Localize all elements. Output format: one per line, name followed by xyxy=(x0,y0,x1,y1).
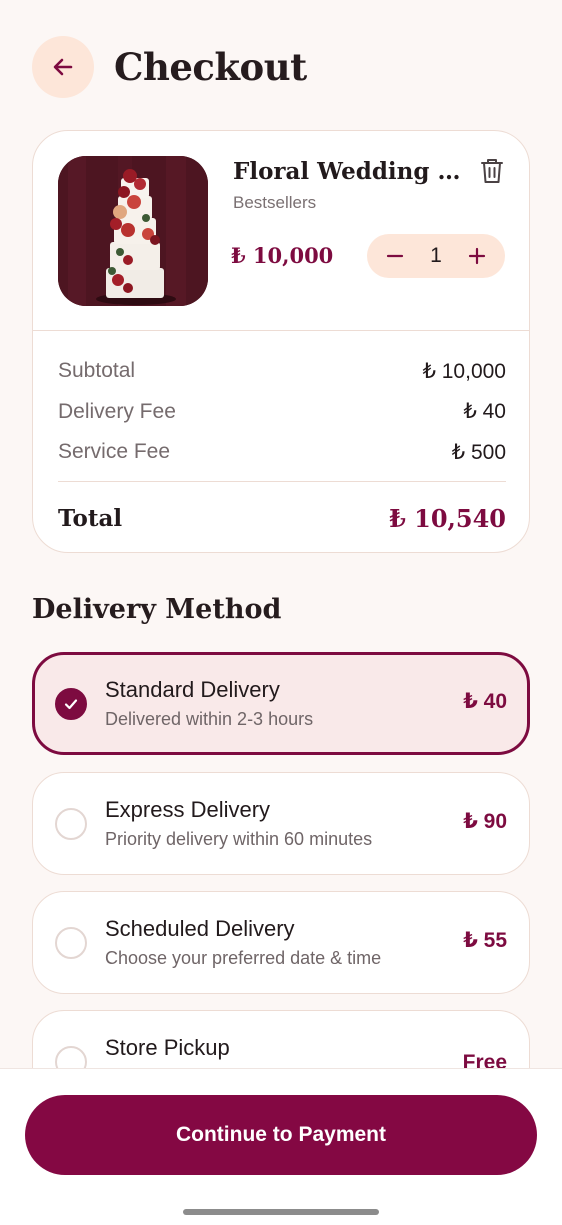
radio-selected[interactable] xyxy=(55,688,87,720)
option-title: Scheduled Delivery xyxy=(105,916,295,941)
trash-icon xyxy=(481,159,503,183)
minus-icon xyxy=(386,254,404,258)
bottom-action-bar: Continue to Payment xyxy=(0,1068,562,1225)
delivery-fee-row: Delivery Fee ₺ 40 xyxy=(58,392,506,433)
total-row: Total ₺ 10,540 xyxy=(58,482,506,552)
subtotal-row: Subtotal ₺ 10,000 xyxy=(58,351,506,392)
quantity-stepper: 1 xyxy=(367,234,505,278)
total-label: Total xyxy=(58,504,123,532)
option-price: ₺ 55 xyxy=(463,929,507,952)
radio-unselected[interactable] xyxy=(55,927,87,959)
option-price: ₺ 40 xyxy=(463,690,507,713)
delivery-option-express[interactable]: Express Delivery Priority delivery withi… xyxy=(32,772,530,875)
product-name: Floral Wedding Ca... xyxy=(233,158,473,185)
product-category: Bestsellers xyxy=(233,193,317,212)
delivery-option-scheduled[interactable]: Scheduled Delivery Choose your preferred… xyxy=(32,891,530,994)
service-fee-value: ₺ 500 xyxy=(451,440,506,464)
decrease-quantity-button[interactable] xyxy=(383,244,407,268)
back-button[interactable] xyxy=(32,36,94,98)
subtotal-label: Subtotal xyxy=(58,359,136,383)
option-subtitle: Choose your preferred date & time xyxy=(105,948,382,968)
option-title: Express Delivery xyxy=(105,797,271,822)
total-value: ₺ 10,540 xyxy=(389,503,506,533)
order-summary-card: Floral Wedding Ca... Bestsellers ₺ 10,00… xyxy=(32,130,530,553)
service-fee-row: Service Fee ₺ 500 xyxy=(58,432,506,473)
home-indicator xyxy=(183,1209,379,1215)
continue-to-payment-button[interactable]: Continue to Payment xyxy=(25,1095,537,1175)
delivery-option-standard[interactable]: Standard Delivery Delivered within 2-3 h… xyxy=(32,652,530,755)
delete-item-button[interactable] xyxy=(479,157,505,185)
service-fee-label: Service Fee xyxy=(58,440,171,464)
check-icon xyxy=(64,699,78,710)
option-title: Store Pickup xyxy=(105,1035,230,1060)
increase-quantity-button[interactable] xyxy=(465,244,489,268)
plus-icon xyxy=(468,247,486,265)
option-price: ₺ 90 xyxy=(463,810,507,833)
product-price: ₺ 10,000 xyxy=(231,243,334,268)
header: Checkout xyxy=(32,36,307,98)
option-subtitle: Priority delivery within 60 minutes xyxy=(105,829,373,849)
delivery-method-title: Delivery Method xyxy=(32,594,282,625)
product-image xyxy=(58,156,208,306)
option-subtitle: Delivered within 2-3 hours xyxy=(105,709,314,729)
subtotal-value: ₺ 10,000 xyxy=(422,359,506,383)
radio-unselected[interactable] xyxy=(55,808,87,840)
page-title: Checkout xyxy=(114,45,307,89)
cart-item: Floral Wedding Ca... Bestsellers ₺ 10,00… xyxy=(33,131,529,331)
delivery-fee-label: Delivery Fee xyxy=(58,399,176,423)
quantity-value: 1 xyxy=(430,244,442,267)
delivery-fee-value: ₺ 40 xyxy=(463,400,506,424)
price-summary: Subtotal ₺ 10,000 Delivery Fee ₺ 40 Serv… xyxy=(58,351,506,552)
arrow-left-icon xyxy=(53,58,73,76)
option-title: Standard Delivery xyxy=(105,677,280,702)
